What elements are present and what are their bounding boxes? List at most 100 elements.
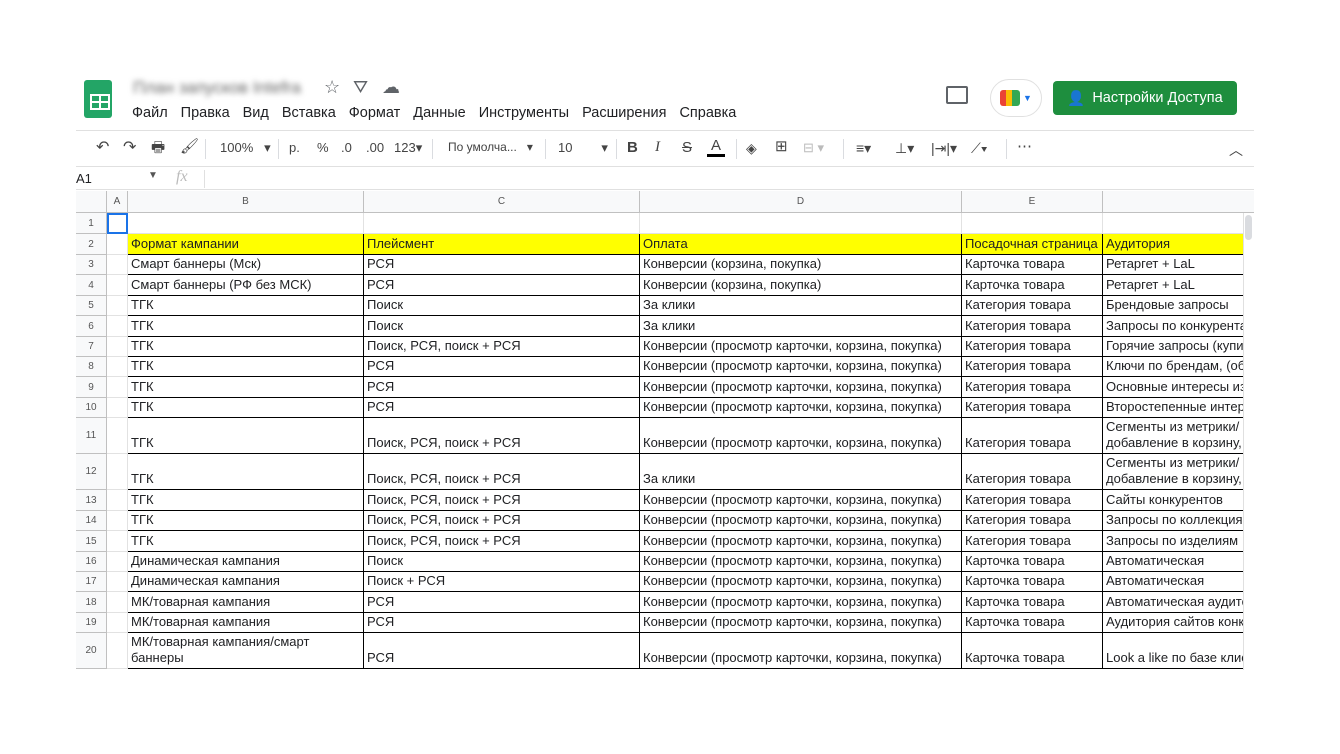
share-button[interactable]: 👤 Настройки Доступа — [1053, 81, 1237, 115]
row-header[interactable]: 12 — [76, 454, 107, 490]
cell[interactable]: Категория товара — [962, 296, 1103, 316]
column-header[interactable]: E — [962, 191, 1103, 213]
cell[interactable]: Категория товара — [962, 398, 1103, 418]
cell[interactable]: Динамическая кампания — [128, 572, 364, 592]
merge-cells-icon[interactable]: ⊟ ▾ — [803, 140, 824, 156]
header-cell[interactable]: Посадочная страница — [962, 234, 1103, 255]
cell[interactable]: ТГК — [128, 337, 364, 357]
font-size-select[interactable]: 10 ▾ — [558, 140, 608, 156]
cell[interactable]: РСЯ — [364, 377, 640, 398]
cell[interactable] — [128, 213, 364, 234]
cell[interactable]: Поиск, РСЯ, поиск + РСЯ — [364, 490, 640, 511]
cell[interactable]: Сегменты из метрики/ добавление в корзин… — [1103, 454, 1254, 490]
cell[interactable] — [107, 398, 128, 418]
italic-button[interactable]: I — [655, 139, 660, 156]
cell[interactable]: За клики — [640, 454, 962, 490]
cell[interactable]: ТГК — [128, 531, 364, 552]
cell[interactable] — [107, 572, 128, 592]
cell[interactable] — [107, 337, 128, 357]
cell[interactable]: РСЯ — [364, 592, 640, 613]
row-header[interactable]: 16 — [76, 552, 107, 572]
cell[interactable]: Конверсии (просмотр карточки, корзина, п… — [640, 531, 962, 552]
cell[interactable] — [107, 454, 128, 490]
cell[interactable]: Автоматическая аудитория — [1103, 592, 1254, 613]
cell[interactable]: Категория товара — [962, 357, 1103, 377]
menu-insert[interactable]: Вставка — [282, 105, 336, 121]
cell[interactable]: Горячие запросы (купить — [1103, 337, 1254, 357]
row-header[interactable]: 3 — [76, 255, 107, 275]
cell[interactable]: Карточка товара — [962, 572, 1103, 592]
cell[interactable]: Поиск, РСЯ, поиск + РСЯ — [364, 454, 640, 490]
select-all-corner[interactable] — [76, 191, 107, 213]
cell[interactable]: ТГК — [128, 490, 364, 511]
cell[interactable]: Запросы по коллекциям — [1103, 511, 1254, 531]
vertical-scrollbar[interactable] — [1243, 213, 1254, 670]
cell[interactable]: Автоматическая — [1103, 552, 1254, 572]
menu-data[interactable]: Данные — [413, 105, 465, 121]
cell[interactable]: ТГК — [128, 398, 364, 418]
cell[interactable]: Конверсии (просмотр карточки, корзина, п… — [640, 337, 962, 357]
menu-file[interactable]: Файл — [132, 105, 168, 121]
cell[interactable]: Ключи по брендам, (об — [1103, 357, 1254, 377]
menu-format[interactable]: Формат — [349, 105, 401, 121]
cell[interactable] — [107, 377, 128, 398]
row-header[interactable]: 4 — [76, 275, 107, 296]
cell[interactable] — [107, 357, 128, 377]
menu-view[interactable]: Вид — [243, 105, 269, 121]
column-header[interactable]: A — [107, 191, 128, 213]
collapse-toolbar-icon[interactable]: ︿ — [1229, 140, 1243, 160]
cell[interactable]: Автоматическая — [1103, 572, 1254, 592]
cell[interactable] — [640, 213, 962, 234]
cell[interactable] — [107, 296, 128, 316]
star-icon[interactable]: ☆ — [324, 77, 340, 98]
currency-button[interactable]: р. — [289, 140, 300, 155]
cell[interactable]: РСЯ — [364, 275, 640, 296]
header-cell[interactable]: Формат кампании — [128, 234, 364, 255]
cell[interactable]: Конверсии (просмотр карточки, корзина, п… — [640, 613, 962, 633]
print-icon[interactable]: 🖶 — [151, 137, 165, 162]
cell[interactable] — [107, 511, 128, 531]
row-header[interactable]: 1 — [76, 213, 107, 234]
cell[interactable]: Конверсии (корзина, покупка) — [640, 255, 962, 275]
cell[interactable]: Брендовые запросы — [1103, 296, 1254, 316]
cell[interactable] — [107, 234, 128, 255]
cell[interactable]: ТГК — [128, 454, 364, 490]
row-header[interactable]: 9 — [76, 377, 107, 398]
undo-icon[interactable]: ↶ — [96, 137, 109, 157]
cell[interactable]: РСЯ — [364, 357, 640, 377]
row-header[interactable]: 13 — [76, 490, 107, 511]
cell[interactable]: Конверсии (просмотр карточки, корзина, п… — [640, 398, 962, 418]
cell[interactable]: Категория товара — [962, 511, 1103, 531]
more-icon[interactable]: ⋯ — [1017, 137, 1032, 155]
text-rotate-icon[interactable]: ⟋▾ — [971, 140, 988, 157]
cell[interactable]: Категория товара — [962, 454, 1103, 490]
row-header[interactable]: 15 — [76, 531, 107, 552]
align-left-icon[interactable]: ≡▾ — [856, 140, 871, 157]
cell[interactable]: МК/товарная кампания — [128, 613, 364, 633]
cell[interactable]: РСЯ — [364, 398, 640, 418]
cell[interactable]: РСЯ — [364, 255, 640, 275]
cloud-saved-icon[interactable]: ☁ — [382, 77, 400, 98]
cell[interactable]: Сегменты из метрики/ добавление в корзин… — [1103, 418, 1254, 454]
cell[interactable]: Смарт баннеры (Мск) — [128, 255, 364, 275]
borders-icon[interactable]: ⊞ — [775, 137, 788, 155]
cell[interactable]: Запросы по конкурентам — [1103, 316, 1254, 337]
row-header[interactable]: 20 — [76, 633, 107, 669]
selected-cell[interactable] — [107, 213, 128, 234]
menu-edit[interactable]: Правка — [181, 105, 230, 121]
cell[interactable]: ТГК — [128, 316, 364, 337]
vertical-align-icon[interactable]: ⊥▾ — [895, 140, 914, 157]
spreadsheet-grid[interactable]: A B C D E 1 2 Формат кампании Плейсмент Оплата Пос… — [76, 191, 1254, 670]
row-header[interactable]: 11 — [76, 418, 107, 454]
cell[interactable]: Поиск, РСЯ, поиск + РСЯ — [364, 531, 640, 552]
column-header[interactable]: B — [128, 191, 364, 213]
menu-tools[interactable]: Инструменты — [479, 105, 569, 121]
cell[interactable]: Карточка товара — [962, 633, 1103, 669]
cell[interactable]: Смарт баннеры (РФ без МСК) — [128, 275, 364, 296]
cell[interactable]: Категория товара — [962, 531, 1103, 552]
cell[interactable]: Конверсии (просмотр карточки, корзина, п… — [640, 633, 962, 669]
cell[interactable]: ТГК — [128, 296, 364, 316]
cell[interactable]: РСЯ — [364, 613, 640, 633]
cell[interactable] — [1103, 213, 1254, 234]
text-wrap-icon[interactable]: |⇥|▾ — [931, 140, 957, 157]
